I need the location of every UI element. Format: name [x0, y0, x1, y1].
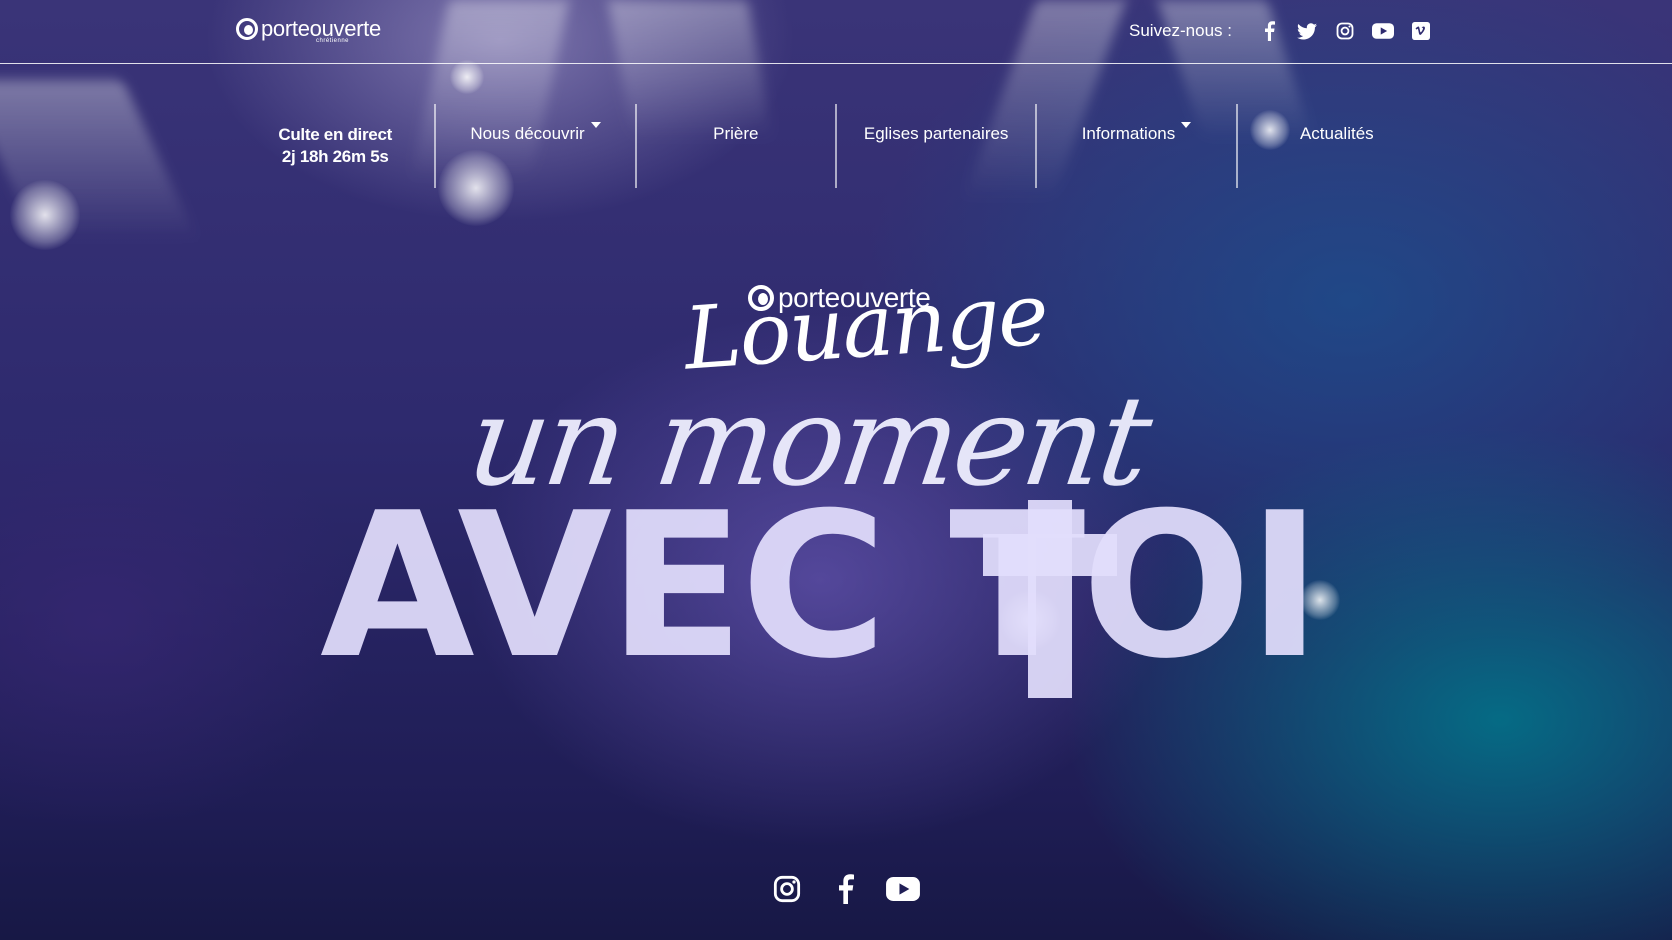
nav-item-actualites[interactable]: Actualités: [1238, 104, 1436, 188]
facebook-icon[interactable]: [826, 870, 864, 908]
nav-item-informations[interactable]: Informations: [1037, 104, 1235, 188]
vimeo-icon[interactable]: [1402, 18, 1440, 44]
nav-item-priere[interactable]: Prière: [637, 104, 835, 188]
hero-line-2: AVEC TOI: [320, 470, 1322, 703]
youtube-icon[interactable]: [884, 870, 922, 908]
nav-item-label: Prière: [713, 124, 759, 143]
nav-item-label: Eglises partenaires: [863, 124, 1009, 143]
nav-item-eglises-partenaires[interactable]: Eglises partenaires: [837, 104, 1035, 188]
main-nav: Culte en direct 2j 18h 26m 5s Nous décou…: [236, 104, 1436, 188]
live-countdown: 2j 18h 26m 5s: [281, 147, 389, 166]
twitter-icon[interactable]: [1288, 18, 1326, 44]
hero-social-links: [768, 870, 922, 908]
nav-item-label: Informations: [1081, 124, 1176, 143]
hero-brand: porteouverte: [778, 282, 931, 313]
youtube-icon[interactable]: [1364, 18, 1402, 44]
caret-down-icon: [1181, 122, 1192, 128]
follow-label: Suivez-nous :: [1129, 21, 1232, 40]
nav-item-label: Nous découvrir: [470, 124, 585, 143]
instagram-icon[interactable]: [1326, 18, 1364, 44]
instagram-icon[interactable]: [768, 870, 806, 908]
live-label: Culte en direct: [278, 125, 392, 144]
nav-live-worship[interactable]: Culte en direct 2j 18h 26m 5s: [236, 104, 434, 188]
caret-down-icon: [590, 122, 601, 128]
logo-mark-icon: [748, 285, 774, 311]
logo-mark-icon: [236, 18, 258, 40]
facebook-icon[interactable]: [1250, 18, 1288, 44]
logo-subtitle: chrétienne: [316, 38, 350, 44]
nav-item-nous-decouvrir[interactable]: Nous découvrir: [436, 104, 634, 188]
header-social-links: Suivez-nous :: [1129, 18, 1440, 44]
nav-item-label: Actualités: [1299, 124, 1374, 143]
hero-logo: porteouverte: [748, 282, 931, 314]
top-bar: porteouverte chrétienne Suivez-nous :: [0, 0, 1672, 64]
site-logo[interactable]: porteouverte chrétienne: [236, 16, 381, 44]
